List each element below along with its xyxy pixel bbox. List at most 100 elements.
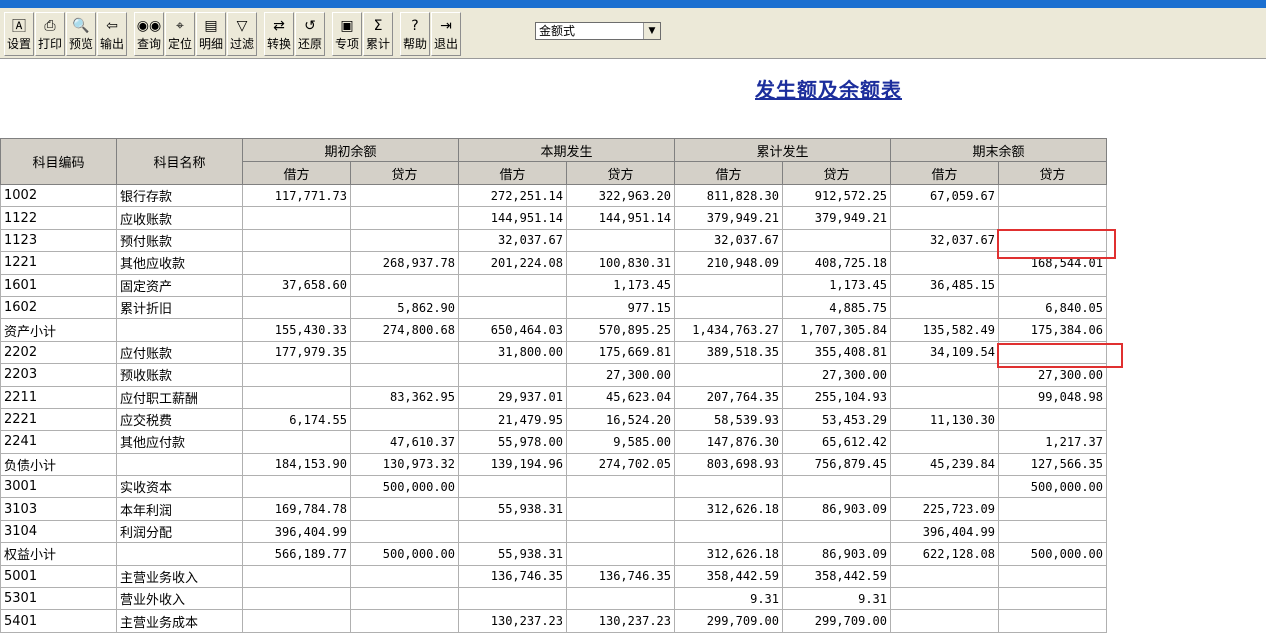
cell-code[interactable]: 1602 [0, 295, 117, 320]
cell-amount[interactable]: 32,037.67 [890, 228, 999, 253]
cell-amount[interactable]: 358,442.59 [674, 564, 783, 589]
cell-amount[interactable]: 570,895.25 [566, 318, 675, 342]
cell-code[interactable]: 3001 [0, 475, 117, 499]
cell-amount[interactable]: 144,951.14 [566, 206, 675, 230]
toolbar-button-printer[interactable]: ⎙ 打印 [35, 12, 65, 56]
cell-amount[interactable]: 207,764.35 [674, 385, 783, 409]
table-row[interactable]: 1602 累计折旧 5,862.90 977.15 4,885.75 6,840.05 [0, 295, 1107, 320]
toolbar-button-restore[interactable]: ↺ 还原 [295, 12, 325, 56]
cell-amount[interactable]: 100,830.31 [566, 251, 675, 275]
table-row[interactable]: 3001 实收资本 500,000.00 500,000.00 [0, 475, 1107, 499]
cell-amount[interactable]: 500,000.00 [350, 475, 459, 499]
cell-code[interactable]: 5001 [0, 564, 117, 589]
cell-amount[interactable]: 225,723.09 [890, 497, 999, 521]
cell-amount[interactable] [890, 564, 999, 589]
cell-amount[interactable]: 312,626.18 [674, 542, 783, 566]
cell-amount[interactable] [890, 587, 999, 611]
cell-amount[interactable] [350, 183, 459, 208]
cell-amount[interactable] [242, 564, 351, 589]
cell-amount[interactable] [458, 273, 567, 297]
cell-name[interactable]: 本年利润 [116, 497, 243, 521]
cell-amount[interactable]: 1,173.45 [566, 273, 675, 297]
cell-amount[interactable]: 65,612.42 [782, 430, 891, 454]
cell-amount[interactable]: 500,000.00 [350, 542, 459, 566]
cell-amount[interactable]: 500,000.00 [998, 475, 1107, 499]
cell-amount[interactable]: 274,702.05 [566, 452, 675, 477]
cell-amount[interactable]: 117,771.73 [242, 183, 351, 208]
cell-amount[interactable] [998, 609, 1107, 633]
cell-amount[interactable]: 9.31 [674, 587, 783, 611]
cell-amount[interactable] [350, 519, 459, 544]
cell-code[interactable]: 5401 [0, 609, 117, 633]
cell-amount[interactable] [350, 564, 459, 589]
cell-amount[interactable]: 83,362.95 [350, 385, 459, 409]
toolbar-button-detail[interactable]: ▤ 明细 [196, 12, 226, 56]
cell-amount[interactable]: 147,876.30 [674, 430, 783, 454]
cell-amount[interactable]: 32,037.67 [674, 228, 783, 253]
cell-amount[interactable] [242, 363, 351, 387]
cell-amount[interactable]: 268,937.78 [350, 251, 459, 275]
table-row[interactable]: 资产小计 155,430.33 274,800.68 650,464.03 570,89… [0, 318, 1107, 342]
cell-amount[interactable] [890, 251, 999, 275]
cell-amount[interactable] [566, 475, 675, 499]
cell-amount[interactable] [998, 564, 1107, 589]
table-row[interactable]: 1601 固定资产 37,658.60 1,173.45 1,173.45 36,485.… [0, 273, 1107, 297]
cell-amount[interactable]: 6,840.05 [998, 295, 1107, 320]
cell-code[interactable]: 2221 [0, 407, 117, 432]
cell-amount[interactable]: 396,404.99 [242, 519, 351, 544]
cell-name[interactable]: 实收资本 [116, 475, 243, 499]
cell-amount[interactable]: 37,658.60 [242, 273, 351, 297]
cell-amount[interactable]: 201,224.08 [458, 251, 567, 275]
cell-amount[interactable]: 272,251.14 [458, 183, 567, 208]
cell-amount[interactable] [350, 340, 459, 365]
cell-amount[interactable] [242, 475, 351, 499]
cell-amount[interactable]: 322,963.20 [566, 183, 675, 208]
cell-amount[interactable] [350, 273, 459, 297]
cell-amount[interactable]: 355,408.81 [782, 340, 891, 365]
cell-amount[interactable]: 1,434,763.27 [674, 318, 783, 342]
toolbar-button-help[interactable]: ? 帮助 [400, 12, 430, 56]
table-row[interactable]: 5001 主营业务收入 136,746.35 136,746.35 358,442.59… [0, 564, 1107, 589]
cell-code[interactable]: 2241 [0, 430, 117, 454]
cell-amount[interactable]: 130,237.23 [566, 609, 675, 633]
cell-amount[interactable] [998, 497, 1107, 521]
cell-amount[interactable] [566, 228, 675, 253]
table-row[interactable]: 1221 其他应收款 268,937.78 201,224.08 100,830.31 2… [0, 251, 1107, 275]
cell-amount[interactable]: 756,879.45 [782, 452, 891, 477]
cell-amount[interactable]: 55,938.31 [458, 542, 567, 566]
toolbar-button-exit[interactable]: ⇥ 退出 [431, 12, 461, 56]
cell-amount[interactable] [998, 519, 1107, 544]
cell-amount[interactable] [242, 206, 351, 230]
cell-amount[interactable]: 127,566.35 [998, 452, 1107, 477]
toolbar-button-convert[interactable]: ⇄ 转换 [264, 12, 294, 56]
cell-amount[interactable] [350, 407, 459, 432]
cell-amount[interactable]: 34,109.54 [890, 340, 999, 365]
cell-amount[interactable]: 169,784.78 [242, 497, 351, 521]
cell-amount[interactable]: 55,938.31 [458, 497, 567, 521]
table-row[interactable]: 2221 应交税费 6,174.55 21,479.95 16,524.20 58,539… [0, 407, 1107, 432]
cell-amount[interactable] [674, 475, 783, 499]
table-row[interactable]: 1123 预付账款 32,037.67 32,037.67 32,037.67 [0, 228, 1107, 253]
cell-amount[interactable]: 803,698.93 [674, 452, 783, 477]
cell-code[interactable]: 2203 [0, 363, 117, 387]
cell-name[interactable]: 其他应收款 [116, 251, 243, 275]
cell-amount[interactable] [890, 206, 999, 230]
cell-amount[interactable]: 9.31 [782, 587, 891, 611]
cell-amount[interactable] [458, 363, 567, 387]
cell-amount[interactable]: 32,037.67 [458, 228, 567, 253]
cell-name[interactable]: 预收账款 [116, 363, 243, 387]
cell-amount[interactable] [242, 587, 351, 611]
cell-name[interactable] [116, 318, 243, 342]
cell-name[interactable]: 应付账款 [116, 340, 243, 365]
cell-amount[interactable] [998, 183, 1107, 208]
cell-name[interactable]: 应付职工薪酬 [116, 385, 243, 409]
cell-code[interactable]: 3104 [0, 519, 117, 544]
cell-amount[interactable]: 21,479.95 [458, 407, 567, 432]
cell-amount[interactable]: 99,048.98 [998, 385, 1107, 409]
cell-name[interactable]: 营业外收入 [116, 587, 243, 611]
cell-amount[interactable]: 566,189.77 [242, 542, 351, 566]
table-row[interactable]: 1122 应收账款 144,951.14 144,951.14 379,949.21 37… [0, 206, 1107, 230]
cell-code[interactable]: 5301 [0, 587, 117, 611]
cell-name[interactable]: 主营业务成本 [116, 609, 243, 633]
cell-amount[interactable] [890, 385, 999, 409]
